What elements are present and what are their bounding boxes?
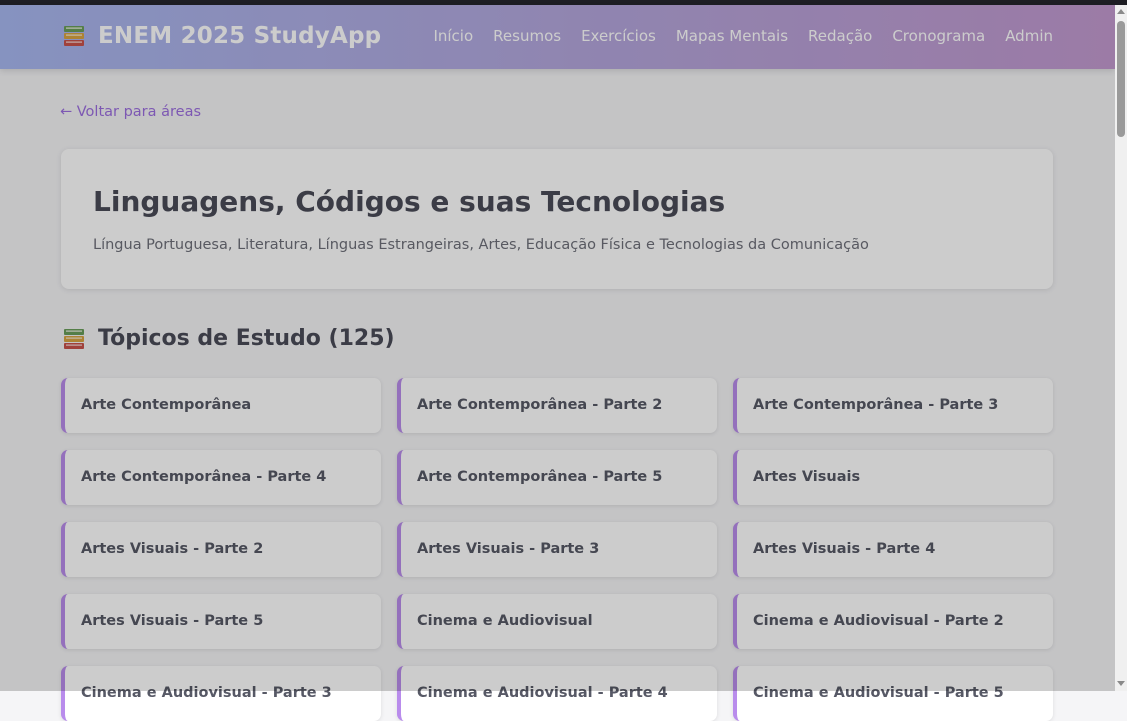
nav-redacao[interactable]: Redação bbox=[808, 27, 872, 45]
topic-card[interactable]: Cinema e Audiovisual - Parte 3 bbox=[61, 666, 381, 721]
topic-card[interactable]: Arte Contemporânea bbox=[61, 378, 381, 433]
topics-section-label: Tópicos de Estudo (125) bbox=[98, 326, 395, 351]
nav-cronograma[interactable]: Cronograma bbox=[892, 27, 985, 45]
topic-label: Cinema e Audiovisual - Parte 3 bbox=[81, 685, 332, 701]
main-nav: Início Resumos Exercícios Mapas Mentais … bbox=[413, 27, 1053, 45]
nav-mapas-mentais[interactable]: Mapas Mentais bbox=[676, 27, 788, 45]
topic-label: Arte Contemporânea - Parte 3 bbox=[753, 397, 999, 413]
books-icon bbox=[64, 328, 84, 349]
topic-label: Arte Contemporânea - Parte 2 bbox=[417, 397, 663, 413]
nav-inicio[interactable]: Início bbox=[433, 27, 473, 45]
topic-label: Artes Visuais - Parte 5 bbox=[81, 613, 264, 629]
topic-label: Artes Visuais - Parte 4 bbox=[753, 541, 936, 557]
topic-card[interactable]: Artes Visuais - Parte 4 bbox=[733, 522, 1053, 577]
topic-label: Cinema e Audiovisual - Parte 4 bbox=[417, 685, 668, 701]
topic-card[interactable]: Cinema e Audiovisual - Parte 4 bbox=[397, 666, 717, 721]
nav-resumos[interactable]: Resumos bbox=[493, 27, 561, 45]
topic-card[interactable]: Cinema e Audiovisual - Parte 5 bbox=[733, 666, 1053, 721]
topic-label: Cinema e Audiovisual bbox=[417, 613, 593, 629]
topic-label: Arte Contemporânea bbox=[81, 397, 252, 413]
topic-label: Arte Contemporânea - Parte 4 bbox=[81, 469, 327, 485]
topic-card[interactable]: Artes Visuais bbox=[733, 450, 1053, 505]
topic-card[interactable]: Artes Visuais - Parte 3 bbox=[397, 522, 717, 577]
topic-label: Cinema e Audiovisual - Parte 2 bbox=[753, 613, 1004, 629]
scroll-up-arrow-icon[interactable] bbox=[1117, 9, 1125, 14]
topic-card[interactable]: Cinema e Audiovisual bbox=[397, 594, 717, 649]
nav-admin[interactable]: Admin bbox=[1005, 27, 1053, 45]
topic-card[interactable]: Cinema e Audiovisual - Parte 2 bbox=[733, 594, 1053, 649]
books-icon bbox=[64, 26, 84, 46]
topic-card[interactable]: Artes Visuais - Parte 2 bbox=[61, 522, 381, 577]
topic-card[interactable]: Arte Contemporânea - Parte 4 bbox=[61, 450, 381, 505]
brand-title: ENEM 2025 StudyApp bbox=[98, 23, 382, 49]
scrollbar-thumb[interactable] bbox=[1117, 21, 1125, 137]
topic-label: Cinema e Audiovisual - Parte 5 bbox=[753, 685, 1004, 701]
area-header-card: Linguagens, Códigos e suas Tecnologias L… bbox=[61, 149, 1053, 289]
topic-card[interactable]: Arte Contemporânea - Parte 2 bbox=[397, 378, 717, 433]
topics-section-title: Tópicos de Estudo (125) bbox=[62, 326, 395, 351]
area-title: Linguagens, Códigos e suas Tecnologias bbox=[93, 185, 726, 218]
brand[interactable]: ENEM 2025 StudyApp bbox=[62, 23, 381, 49]
topic-card[interactable]: Arte Contemporânea - Parte 3 bbox=[733, 378, 1053, 433]
app-header: ENEM 2025 StudyApp Início Resumos Exercí… bbox=[0, 5, 1115, 69]
area-subtitle: Língua Portuguesa, Literatura, Línguas E… bbox=[93, 237, 869, 253]
nav-exercicios[interactable]: Exercícios bbox=[581, 27, 656, 45]
topic-label: Artes Visuais - Parte 3 bbox=[417, 541, 600, 557]
topic-card[interactable]: Arte Contemporânea - Parte 5 bbox=[397, 450, 717, 505]
scroll-down-arrow-icon[interactable] bbox=[1117, 681, 1125, 686]
topic-label: Arte Contemporânea - Parte 5 bbox=[417, 469, 663, 485]
page-scrollbar[interactable] bbox=[1115, 5, 1127, 691]
topic-label: Artes Visuais bbox=[753, 469, 861, 485]
topic-card[interactable]: Artes Visuais - Parte 5 bbox=[61, 594, 381, 649]
back-to-areas-link[interactable]: ← Voltar para áreas bbox=[60, 104, 201, 120]
topic-label: Artes Visuais - Parte 2 bbox=[81, 541, 264, 557]
